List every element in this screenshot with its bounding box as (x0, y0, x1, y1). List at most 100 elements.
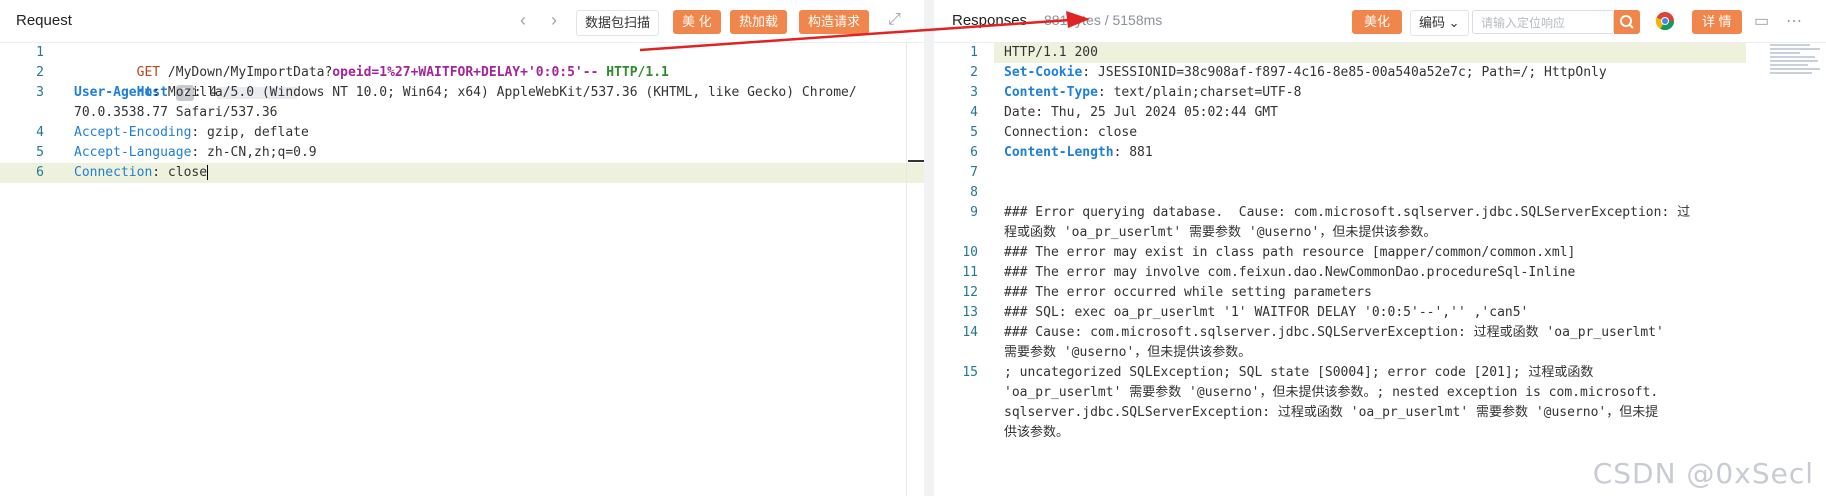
line-number: 13 (962, 305, 978, 320)
scrollbar-track[interactable] (906, 43, 907, 496)
line-number: 14 (962, 325, 978, 340)
packet-scan-button[interactable]: 数据包扫描 (576, 10, 660, 36)
request-line-text: Connection: close (74, 163, 209, 183)
response-line: 3 Content-Type: text/plain;charset=UTF-8 (934, 83, 1826, 103)
response-header: Responses 881bytes / 5158ms 美化 编码 ⌄ 请输入定… (934, 0, 1826, 43)
search-button[interactable] (1614, 10, 1640, 34)
minimap[interactable] (1770, 44, 1822, 80)
comment-icon[interactable]: ▭ (1754, 11, 1769, 31)
response-line-text: Date: Thu, 25 Jul 2024 05:02:44 GMT (1004, 105, 1278, 120)
response-line: 4 Date: Thu, 25 Jul 2024 05:02:44 GMT (934, 103, 1826, 123)
line-number: 6 (970, 145, 978, 160)
response-line-text: HTTP/1.1 200 (1004, 45, 1098, 60)
request-line: 1 GET /MyDown/MyImportData?opeid=1%27+WA… (0, 43, 924, 80)
line-number: 2 (36, 65, 44, 80)
request-editor[interactable]: 1 GET /MyDown/MyImportData?opeid=1%27+WA… (0, 43, 924, 183)
response-line: 13 ### SQL: exec oa_pr_userlmt '1' WAITF… (934, 303, 1826, 323)
response-beautify-button[interactable]: 美化 (1352, 10, 1403, 34)
response-meta: 881bytes / 5158ms (1044, 12, 1163, 28)
line-number: 8 (970, 185, 978, 200)
response-line-text: ### The error may involve com.feixun.dao… (1004, 265, 1576, 280)
response-line: 6 Content-Length: 881 (934, 143, 1826, 163)
line-number: 9 (970, 205, 978, 220)
response-line: 2 Set-Cookie: JSESSIONID=38c908af-f897-4… (934, 63, 1826, 83)
response-line: 5 Connection: close (934, 123, 1826, 143)
header-key: User-Agent (74, 85, 153, 100)
request-header: Request ‹ › 数据包扫描 美 化 热加载 构造请求 ⤢ (0, 0, 924, 43)
response-line: 7 (934, 163, 1826, 183)
header-value: : Mozilla/5.0 (Windows NT 10.0; Win64; x… (152, 85, 857, 100)
header-value: : zh-CN,zh;q=0.9 (191, 145, 317, 160)
request-line-text: Accept-Language: zh-CN,zh;q=0.9 (74, 143, 317, 163)
line-number: 12 (962, 285, 978, 300)
response-line-active: 1 HTTP/1.1 200 (970, 43, 1746, 63)
chevron-down-icon: ⌄ (1448, 15, 1460, 30)
request-line: 3 User-Agent: Mozilla/5.0 (Windows NT 10… (0, 83, 924, 123)
response-line-text: ### Error querying database. Cause: com.… (1004, 205, 1691, 220)
response-title: Responses (952, 12, 1028, 29)
locate-response-input[interactable]: 请输入定位响应 (1472, 10, 1614, 34)
header-value: : gzip, deflate (191, 125, 309, 140)
header-value: : close (152, 165, 208, 180)
header-key: Connection (74, 165, 153, 180)
request-line-active: 6 Connection: close (0, 163, 924, 183)
line-number: 15 (962, 365, 978, 380)
header-value: : JSESSIONID=38c908af-f897-4c16-8e85-00a… (1082, 65, 1607, 80)
line-number: 4 (36, 125, 44, 140)
header-value: : 881 (1113, 145, 1153, 160)
response-line-text: Content-Type: text/plain;charset=UTF-8 (1004, 83, 1301, 103)
request-line: 2 Host ?: 4 (0, 63, 924, 101)
response-line: 14 ### Cause: com.microsoft.sqlserver.jd… (934, 323, 1826, 363)
request-line: 5 Accept-Language: zh-CN,zh;q=0.9 (0, 143, 924, 163)
response-line-cont: 程或函数 'oa_pr_userlmt' 需要参数 '@userno'，但未提供… (1004, 225, 1437, 240)
response-viewer[interactable]: 1 HTTP/1.1 200 2 Set-Cookie: JSESSIONID=… (934, 43, 1826, 443)
line-number: 7 (970, 165, 978, 180)
response-pane: Responses 881bytes / 5158ms 美化 编码 ⌄ 请输入定… (934, 0, 1826, 496)
more-icon[interactable]: ⋯ (1786, 11, 1802, 31)
encoding-dropdown[interactable]: 编码 ⌄ (1410, 10, 1469, 36)
search-icon (1620, 15, 1634, 29)
header-value: : text/plain;charset=UTF-8 (1097, 85, 1302, 100)
response-line: 12 ### The error occurred while setting … (934, 283, 1826, 303)
header-key: Set-Cookie (1004, 65, 1083, 80)
construct-request-button[interactable]: 构造请求 (799, 10, 870, 34)
response-line-text: ### SQL: exec oa_pr_userlmt '1' WAITFOR … (1004, 305, 1529, 320)
hot-load-button[interactable]: 热加载 (730, 10, 788, 34)
chevron-left-icon[interactable]: ‹ (520, 10, 526, 31)
response-line: 8 (934, 183, 1826, 203)
line-number: 11 (962, 265, 978, 280)
request-title: Request (16, 12, 72, 29)
response-line: 10 ### The error may exist in class path… (934, 243, 1826, 263)
line-number: 5 (970, 125, 978, 140)
request-pane: Request ‹ › 数据包扫描 美 化 热加载 构造请求 ⤢ 1 GET /… (0, 0, 924, 496)
pane-divider[interactable] (924, 0, 934, 496)
line-number: 3 (970, 85, 978, 100)
line-number: 10 (962, 245, 978, 260)
line-number: 2 (970, 65, 978, 80)
text-cursor (207, 165, 209, 180)
response-line: 15 ; uncategorized SQLException; SQL sta… (934, 363, 1826, 443)
encoding-label: 编码 (1419, 15, 1446, 30)
watermark: CSDN @0xSecl (1592, 457, 1814, 490)
chrome-icon[interactable] (1655, 11, 1675, 31)
response-line-text: Content-Length: 881 (1004, 143, 1153, 163)
line-number: 4 (970, 105, 978, 120)
response-line-text: Set-Cookie: JSESSIONID=38c908af-f897-4c1… (1004, 63, 1607, 83)
header-value-cont: 70.0.3538.77 Safari/537.36 (74, 105, 278, 120)
response-line-text: Connection: close (1004, 125, 1138, 140)
request-beautify-button[interactable]: 美 化 (673, 10, 721, 34)
response-line-text: ; uncategorized SQLException; SQL state … (1004, 365, 1594, 380)
response-line: 9 ### Error querying database. Cause: co… (934, 203, 1826, 243)
detail-button[interactable]: 详 情 (1692, 10, 1742, 34)
header-key: Accept-Language (74, 145, 192, 160)
response-line-cont: sqlserver.jdbc.SQLServerException: 过程或函数… (1004, 405, 1659, 420)
request-line-text: Accept-Encoding: gzip, deflate (74, 123, 309, 143)
response-line-cont: 'oa_pr_userlmt' 需要参数 '@userno'，但未提供该参数。;… (1004, 385, 1659, 400)
expand-icon[interactable]: ⤢ (888, 11, 901, 29)
response-line-cont: 供该参数。 (1004, 425, 1070, 440)
chevron-right-icon[interactable]: › (551, 10, 557, 31)
response-line-cont: 需要参数 '@userno'，但未提供该参数。 (1004, 345, 1252, 360)
line-number: 6 (36, 165, 44, 180)
response-line-text: ### The error occurred while setting par… (1004, 285, 1372, 300)
request-line: 4 Accept-Encoding: gzip, deflate (0, 123, 924, 143)
